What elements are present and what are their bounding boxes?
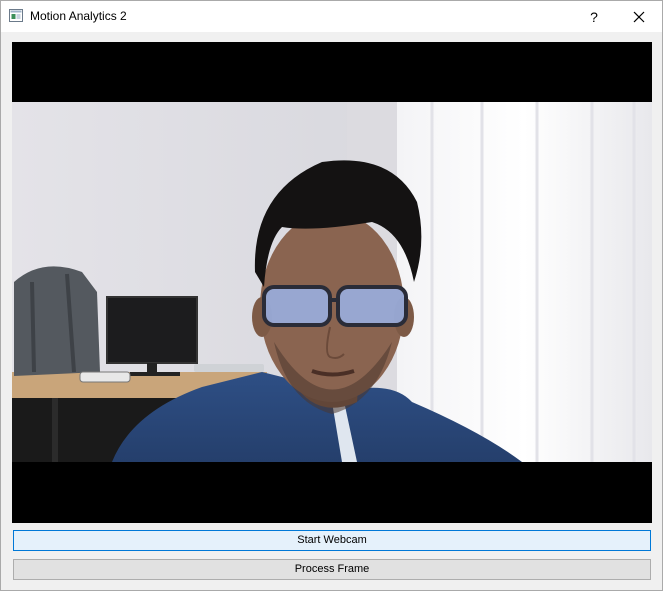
close-button[interactable] <box>616 1 662 32</box>
title-bar[interactable]: Motion Analytics 2 ? <box>1 1 662 32</box>
help-button[interactable]: ? <box>571 1 617 32</box>
webcam-view <box>12 42 652 523</box>
process-frame-button[interactable]: Process Frame <box>13 559 651 580</box>
close-icon <box>633 11 645 22</box>
app-window: Motion Analytics 2 ? Start Webcam Proces… <box>0 0 663 591</box>
window-title: Motion Analytics 2 <box>30 9 127 23</box>
start-webcam-button[interactable]: Start Webcam <box>13 530 651 551</box>
app-icon <box>9 9 23 22</box>
camera-frame <box>12 102 652 462</box>
